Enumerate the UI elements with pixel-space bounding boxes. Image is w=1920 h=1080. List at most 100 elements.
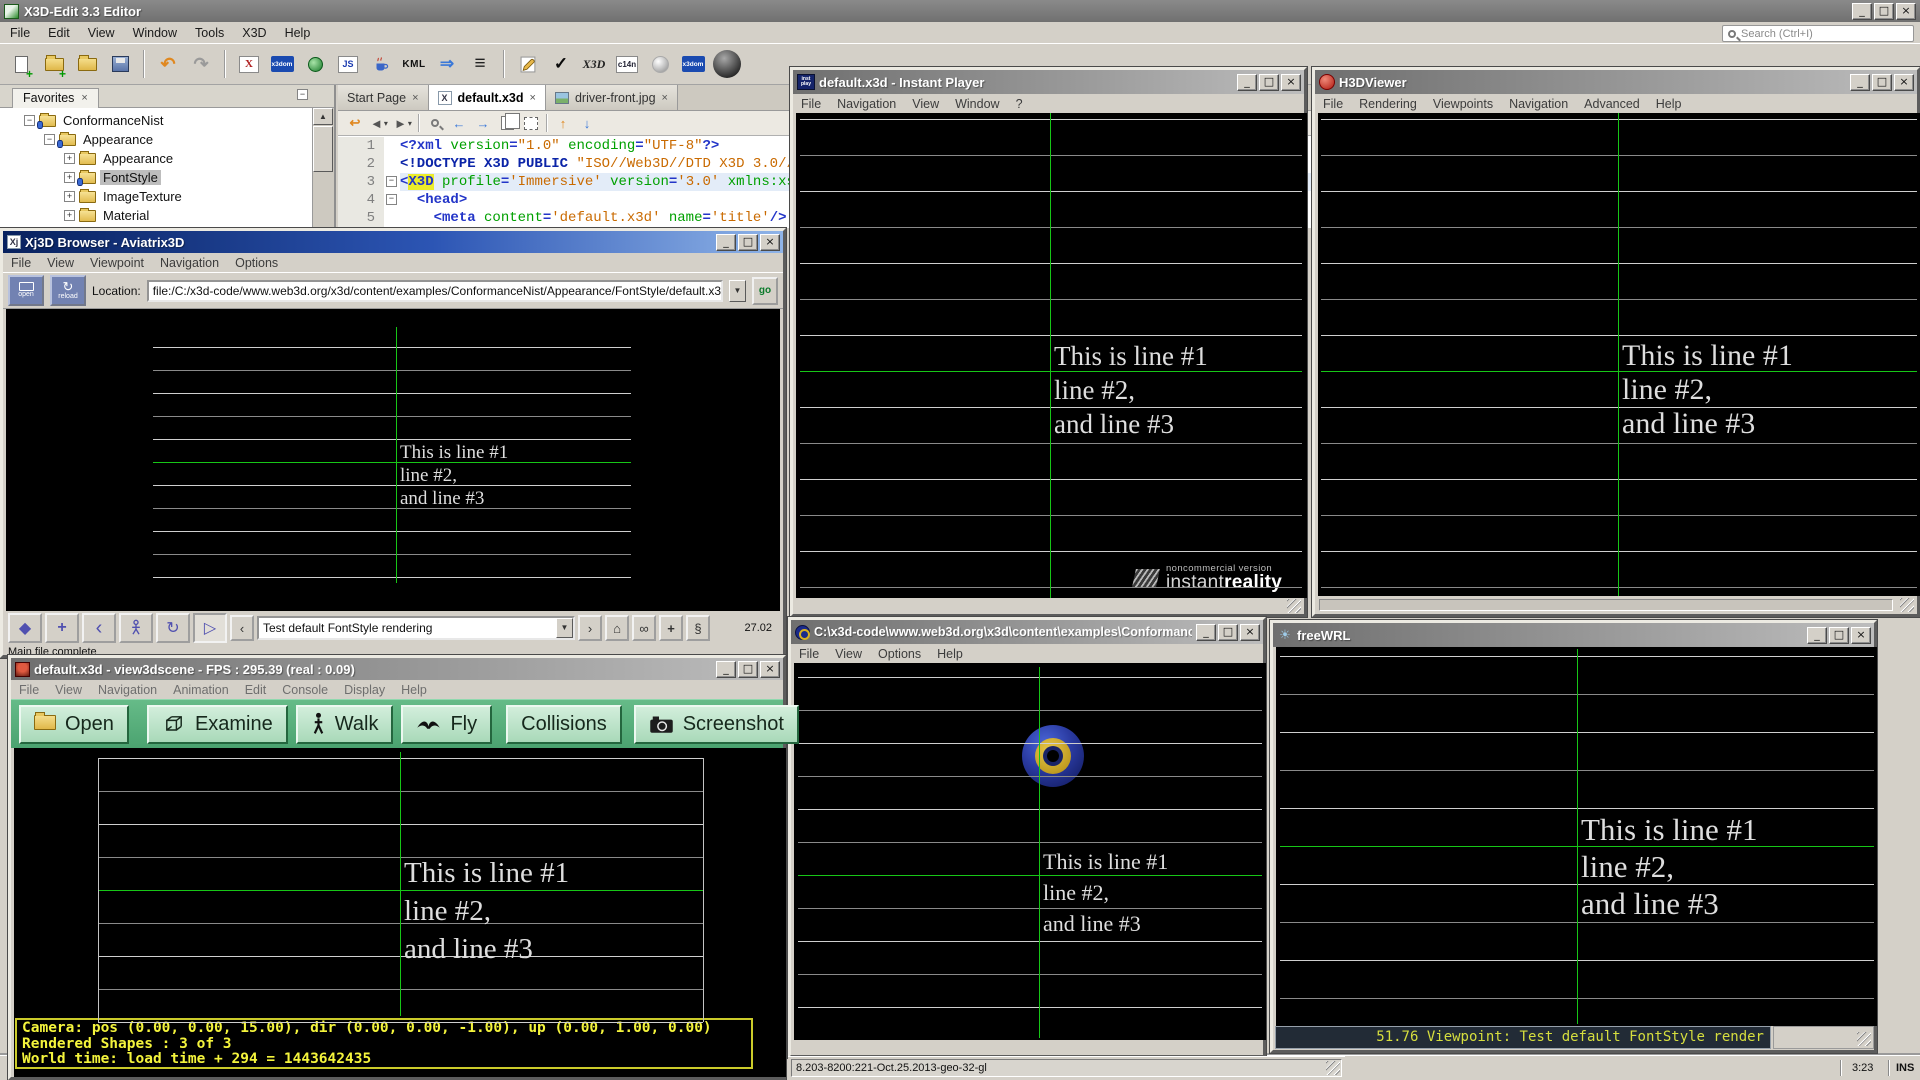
conformance-titlebar[interactable]: C:\x3d-code\www.web3d.org\x3d\content\ex… (791, 620, 1263, 644)
x3dom-icon[interactable]: x3dom (680, 50, 706, 78)
close-icon[interactable]: × (1240, 624, 1260, 641)
walk-button[interactable]: Walk (296, 705, 394, 744)
freewrl-titlebar[interactable]: ☀ freeWRL _□× (1273, 623, 1874, 647)
h3dviewer-titlebar[interactable]: H3DViewer _□× (1315, 70, 1917, 94)
menu-navigation[interactable]: Navigation (837, 97, 896, 111)
menu-file[interactable]: File (801, 97, 821, 111)
last-edit-icon[interactable]: ↩ (346, 114, 364, 132)
fit-world-icon[interactable]: + (659, 615, 683, 641)
horizontal-scrollbar[interactable] (1319, 599, 1893, 611)
menu-window[interactable]: Window (955, 97, 999, 111)
maximize-icon[interactable]: □ (1218, 624, 1238, 641)
check-icon[interactable]: ✓ (548, 50, 574, 78)
menu-view[interactable]: View (55, 683, 82, 697)
open-button[interactable]: open (8, 275, 44, 306)
menu-viewpoint[interactable]: Viewpoint (90, 256, 144, 270)
close-icon[interactable]: × (760, 234, 780, 251)
collapse-panel-icon[interactable]: − (297, 89, 308, 100)
fold-collapse-icon[interactable]: − (386, 194, 397, 205)
walk-mode-icon[interactable] (119, 613, 153, 643)
tree-item-material[interactable]: +Material (0, 206, 312, 225)
new-folder-icon[interactable]: + (41, 50, 67, 78)
expand-icon[interactable]: + (64, 191, 75, 202)
menu-view[interactable]: View (88, 26, 115, 40)
menu-viewpoints[interactable]: Viewpoints (1433, 97, 1493, 111)
list-lines-icon[interactable]: ≡ (467, 50, 493, 78)
kml-icon[interactable]: KML (401, 50, 427, 78)
menu-help[interactable]: Help (937, 647, 963, 661)
resize-grip[interactable] (1287, 599, 1301, 613)
close-icon[interactable]: × (1851, 627, 1871, 644)
menu-help[interactable]: Help (285, 26, 311, 40)
forward-icon[interactable]: ►▾ (394, 114, 412, 132)
menu-help[interactable]: Help (1656, 97, 1682, 111)
edit-pencil-icon[interactable] (515, 50, 541, 78)
menu-help[interactable]: Help (401, 683, 427, 697)
minimize-icon[interactable]: _ (1237, 74, 1257, 91)
menu-rendering[interactable]: Rendering (1359, 97, 1417, 111)
java-icon[interactable] (368, 50, 394, 78)
viewpoint-combo[interactable]: Test default FontStyle rendering ▼ (257, 616, 575, 640)
close-icon[interactable]: × (81, 92, 87, 104)
xj3d-viewport[interactable]: This is line #1line #2,and line #3 (6, 309, 780, 611)
freewrl-viewport[interactable]: This is line #1line #2,and line #3 (1276, 647, 1877, 1026)
expand-icon[interactable]: + (64, 153, 75, 164)
maximize-icon[interactable]: □ (1872, 74, 1892, 91)
minimize-icon[interactable]: _ (716, 661, 736, 678)
close-icon[interactable]: × (1281, 74, 1301, 91)
open-folder-icon[interactable] (74, 50, 100, 78)
minimize-icon[interactable]: _ (1196, 624, 1216, 641)
expand-icon[interactable]: + (64, 172, 75, 183)
menu-view[interactable]: View (47, 256, 74, 270)
scroll-up-icon[interactable]: ▲ (313, 108, 333, 125)
menu-navigation[interactable]: Navigation (1509, 97, 1568, 111)
save-all-icon[interactable] (107, 50, 133, 78)
resize-grip[interactable] (1326, 1061, 1340, 1075)
lookat-binoculars-icon[interactable]: ∞ (632, 615, 656, 641)
menu-navigation[interactable]: Navigation (160, 256, 219, 270)
minimize-icon[interactable]: _ (716, 234, 736, 251)
tree-item-fontstyle[interactable]: +FontStyle (0, 168, 312, 187)
favorites-scrollbar[interactable]: ▲ (312, 108, 334, 228)
home-viewpoint-icon[interactable]: ⌂ (605, 615, 629, 641)
new-file-icon[interactable]: + (8, 50, 34, 78)
close-icon[interactable]: × (412, 92, 418, 104)
path-icon[interactable]: § (686, 615, 710, 641)
close-icon[interactable]: × (530, 92, 536, 104)
menu-file[interactable]: File (10, 26, 30, 40)
x3d-scene-icon[interactable]: X (236, 50, 262, 78)
reload-button[interactable]: ↻ reload (50, 275, 86, 306)
tab-driver-front-jpg[interactable]: driver-front.jpg× (546, 85, 678, 110)
tab-default-x3d[interactable]: Xdefault.x3d× (429, 85, 546, 110)
collapse-icon[interactable]: − (24, 115, 35, 126)
previous-occurrence-icon[interactable]: ← (450, 114, 468, 132)
minimize-icon[interactable]: _ (1852, 3, 1872, 20)
maximize-icon[interactable]: □ (738, 661, 758, 678)
menu-file[interactable]: File (19, 683, 39, 697)
resize-grip[interactable] (1900, 598, 1914, 612)
menu-file[interactable]: File (1323, 97, 1343, 111)
menu-file[interactable]: File (799, 647, 819, 661)
menu-file[interactable]: File (11, 256, 31, 270)
location-input[interactable]: file:/C:/x3d-code/www.web3d.org/x3d/cont… (147, 280, 723, 302)
close-icon[interactable]: × (1894, 74, 1914, 91)
pan-mode-icon[interactable]: + (45, 613, 79, 643)
resize-grip[interactable] (1857, 1032, 1871, 1046)
x3dom-icon[interactable]: x3dom (269, 50, 295, 78)
seek-mode-icon[interactable]: ◆ (8, 613, 42, 643)
rectangular-selection-icon[interactable] (522, 114, 540, 132)
menu-x3d[interactable]: X3D (242, 26, 266, 40)
menu-animation[interactable]: Animation (173, 683, 229, 697)
screenshot-button[interactable]: Screenshot (634, 705, 799, 744)
menu-window[interactable]: Window (133, 26, 177, 40)
tree-item-imagetexture[interactable]: +ImageTexture (0, 187, 312, 206)
pages-icon[interactable] (498, 114, 516, 132)
location-dropdown-icon[interactable]: ▼ (729, 280, 746, 302)
js-doc-icon[interactable]: JS (335, 50, 361, 78)
close-icon[interactable]: × (1896, 3, 1916, 20)
menu-options[interactable]: Options (235, 256, 278, 270)
maximize-icon[interactable]: □ (1829, 627, 1849, 644)
menu-item[interactable]: ? (1016, 97, 1023, 111)
menu-tools[interactable]: Tools (195, 26, 224, 40)
go-button[interactable]: go (752, 277, 778, 305)
